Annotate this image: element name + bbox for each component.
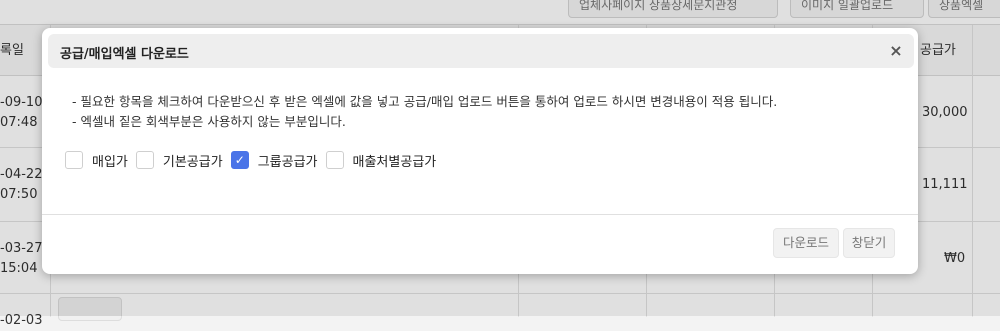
excel-download-dialog: 공급/매입엑셀 다운로드 × - 필요한 항목을 체크하여 다운받으신 후 받은… bbox=[42, 28, 918, 274]
dialog-header: 공급/매입엑셀 다운로드 × bbox=[48, 34, 914, 68]
instruction-notes: - 필요한 항목을 체크하여 다운받으신 후 받은 엑셀에 값을 넣고 공급/매… bbox=[72, 92, 902, 132]
price-options: 매입가 기본공급가 그룹공급가 매출처별공급가 bbox=[65, 148, 444, 172]
group-supply-price-checkbox[interactable] bbox=[230, 151, 249, 169]
option-label: 매출처별공급가 bbox=[352, 154, 437, 170]
close-dialog-button[interactable]: 창닫기 bbox=[843, 228, 895, 258]
option-label: 그룹공급가 bbox=[257, 154, 318, 170]
close-icon[interactable]: × bbox=[886, 41, 906, 61]
option-client-supply-price[interactable]: 매출처별공급가 bbox=[325, 151, 437, 170]
option-label: 기본공급가 bbox=[162, 154, 223, 170]
option-purchase-price[interactable]: 매입가 bbox=[65, 151, 128, 170]
basic-supply-price-checkbox[interactable] bbox=[135, 151, 154, 169]
dialog-title: 공급/매입엑셀 다운로드 bbox=[60, 47, 189, 62]
instruction-note: - 엑셀내 짙은 회색부분은 사용하지 않는 부분입니다. bbox=[72, 114, 346, 129]
option-group-supply-price[interactable]: 그룹공급가 bbox=[230, 151, 318, 170]
download-button[interactable]: 다운로드 bbox=[773, 228, 839, 258]
purchase-price-checkbox[interactable] bbox=[65, 151, 83, 169]
footer-divider bbox=[42, 214, 918, 215]
option-basic-supply-price[interactable]: 기본공급가 bbox=[135, 151, 223, 170]
instruction-note: - 필요한 항목을 체크하여 다운받으신 후 받은 엑셀에 값을 넣고 공급/매… bbox=[72, 94, 778, 109]
client-supply-price-checkbox[interactable] bbox=[325, 151, 344, 169]
option-label: 매입가 bbox=[92, 154, 128, 170]
